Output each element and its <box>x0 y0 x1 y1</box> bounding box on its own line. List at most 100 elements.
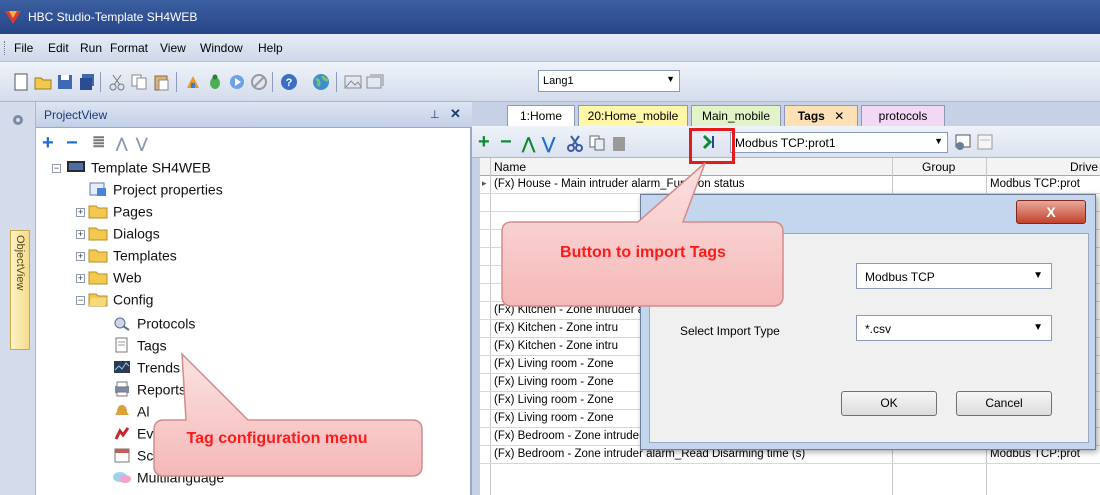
tag-view-icon[interactable] <box>976 133 994 151</box>
tree-item-web[interactable]: Web <box>88 268 142 288</box>
tag-name-cell[interactable]: (Fx) Kitchen - Zone intru <box>494 322 618 334</box>
menu-window[interactable]: Window <box>200 41 243 55</box>
cut-icon[interactable] <box>108 73 126 91</box>
tag-name-cell[interactable]: (Fx) Living room - Zone <box>494 412 614 424</box>
document-tabs: 1:Home 20:Home_mobile Main_mobile Tags ✕… <box>472 102 1100 126</box>
toolbar-separator <box>100 72 101 92</box>
tab-home-mobile[interactable]: 20:Home_mobile <box>578 105 688 126</box>
image-icon[interactable] <box>344 73 362 91</box>
tag-name-cell[interactable]: (Fx) Kitchen - Zone intru <box>494 340 618 352</box>
tab-protocols[interactable]: protocols <box>861 105 945 126</box>
tree-item-templates[interactable]: Templates <box>88 246 177 266</box>
menu-help[interactable]: Help <box>258 41 283 55</box>
language-select[interactable]: Lang1 ▼ <box>538 70 680 92</box>
tree-item-root[interactable]: Template SH4WEB <box>66 158 211 178</box>
dialog-close-button[interactable]: X <box>1016 200 1086 224</box>
build-icon[interactable] <box>184 73 202 91</box>
window-title: HBC Studio-Template SH4WEB <box>28 10 198 24</box>
project-view-title: ProjectView <box>44 108 108 122</box>
properties-list-icon[interactable]: ≣ <box>92 132 105 152</box>
debug-bug-icon[interactable] <box>206 73 224 91</box>
save-icon[interactable] <box>56 73 74 91</box>
column-group-header[interactable]: Group <box>922 160 955 174</box>
tag-config-callout-text: Tag configuration menu <box>186 430 368 447</box>
copy-icon[interactable] <box>588 134 606 152</box>
help-icon[interactable]: ? <box>280 73 298 91</box>
collapse-toggle[interactable]: − <box>76 296 85 305</box>
chevron-down-icon: ▼ <box>1033 322 1043 333</box>
column-driver-header[interactable]: Drive <box>1070 160 1098 174</box>
tree-item-schedulers[interactable]: Sc <box>112 446 153 466</box>
chevron-down-icon: ▼ <box>1033 270 1043 281</box>
new-file-icon[interactable] <box>12 73 30 91</box>
paste-icon[interactable] <box>610 134 628 152</box>
open-folder-icon[interactable] <box>34 73 52 91</box>
menu-format[interactable]: Format <box>110 41 148 55</box>
chevron-down-icon: ▼ <box>666 74 675 84</box>
remove-tag-icon[interactable]: − <box>500 131 512 154</box>
document-icon <box>115 337 128 353</box>
cut-icon[interactable] <box>566 134 584 152</box>
move-up-icon[interactable]: ⋀ <box>522 134 535 154</box>
move-down-icon[interactable]: ⋁ <box>136 135 147 152</box>
tree-item-protocols[interactable]: Protocols <box>112 314 195 334</box>
tag-config-callout: Tag configuration menu <box>168 428 386 474</box>
folder-icon <box>88 249 108 263</box>
folder-open-icon <box>88 293 108 307</box>
menu-view[interactable]: View <box>160 41 186 55</box>
import-button-highlight <box>689 128 735 164</box>
tree-item-dialogs[interactable]: Dialogs <box>88 224 160 244</box>
tab-home[interactable]: 1:Home <box>507 105 575 126</box>
tag-name-cell[interactable]: (Fx) Living room - Zone <box>494 394 614 406</box>
import-driver-select[interactable]: Modbus TCP ▼ <box>856 263 1052 289</box>
tab-main-mobile[interactable]: Main_mobile <box>691 105 781 126</box>
stop-icon[interactable] <box>250 73 268 91</box>
menu-edit[interactable]: Edit <box>48 41 69 55</box>
menu-file[interactable]: File <box>14 41 33 55</box>
menu-run[interactable]: Run <box>80 41 102 55</box>
add-tag-icon[interactable]: + <box>478 131 490 154</box>
import-type-value: *.csv <box>865 322 892 336</box>
driver-select-value: Modbus TCP:prot1 <box>735 136 836 150</box>
driver-select[interactable]: Modbus TCP:prot1 ▼ <box>730 132 948 153</box>
close-tab-icon[interactable]: ✕ <box>834 109 844 123</box>
tag-name-cell[interactable]: (Fx) Living room - Zone <box>494 376 614 388</box>
pin-icon[interactable]: ⊥ <box>430 108 440 121</box>
expand-toggle[interactable]: + <box>76 252 85 261</box>
close-icon[interactable]: ✕ <box>450 106 461 122</box>
properties-icon <box>89 182 106 197</box>
move-down-icon[interactable]: ⋁ <box>542 134 555 154</box>
collapse-toggle[interactable]: − <box>52 164 61 173</box>
expand-toggle[interactable]: + <box>76 208 85 217</box>
tab-tags[interactable]: Tags ✕ <box>784 105 858 126</box>
schedule-icon <box>114 448 130 463</box>
menu-bar: File Edit Run Format View Window Help <box>0 34 1100 62</box>
ok-button[interactable]: OK <box>841 391 937 416</box>
tree-item-project-properties[interactable]: Project properties <box>88 180 223 200</box>
image-gallery-icon[interactable] <box>366 73 384 91</box>
add-icon[interactable]: + <box>42 132 54 155</box>
run-icon[interactable] <box>228 73 246 91</box>
gear-icon[interactable] <box>10 112 26 128</box>
side-strip: ObjectView <box>0 102 36 495</box>
remove-icon[interactable]: − <box>66 132 78 155</box>
tree-item-alarms[interactable]: Al <box>112 402 149 422</box>
save-all-icon[interactable] <box>78 73 96 91</box>
tag-driver-cell[interactable]: Modbus TCP:prot <box>990 178 1080 190</box>
expand-toggle[interactable]: + <box>76 274 85 283</box>
tag-settings-icon[interactable] <box>954 133 972 151</box>
app-logo-icon <box>5 11 21 24</box>
toolbar-separator <box>336 72 337 92</box>
tree-item-pages[interactable]: Pages <box>88 202 153 222</box>
tree-item-config[interactable]: Config <box>88 290 153 310</box>
move-up-icon[interactable]: ⋀ <box>116 135 127 152</box>
tree-item-events[interactable]: Ev <box>112 424 153 444</box>
import-type-select[interactable]: *.csv ▼ <box>856 315 1052 341</box>
globe-icon[interactable] <box>312 73 330 91</box>
tag-name-cell[interactable]: (Fx) Living room - Zone <box>494 358 614 370</box>
paste-icon[interactable] <box>152 73 170 91</box>
objectview-tab[interactable]: ObjectView <box>10 230 30 350</box>
expand-toggle[interactable]: + <box>76 230 85 239</box>
cancel-button[interactable]: Cancel <box>956 391 1052 416</box>
copy-icon[interactable] <box>130 73 148 91</box>
